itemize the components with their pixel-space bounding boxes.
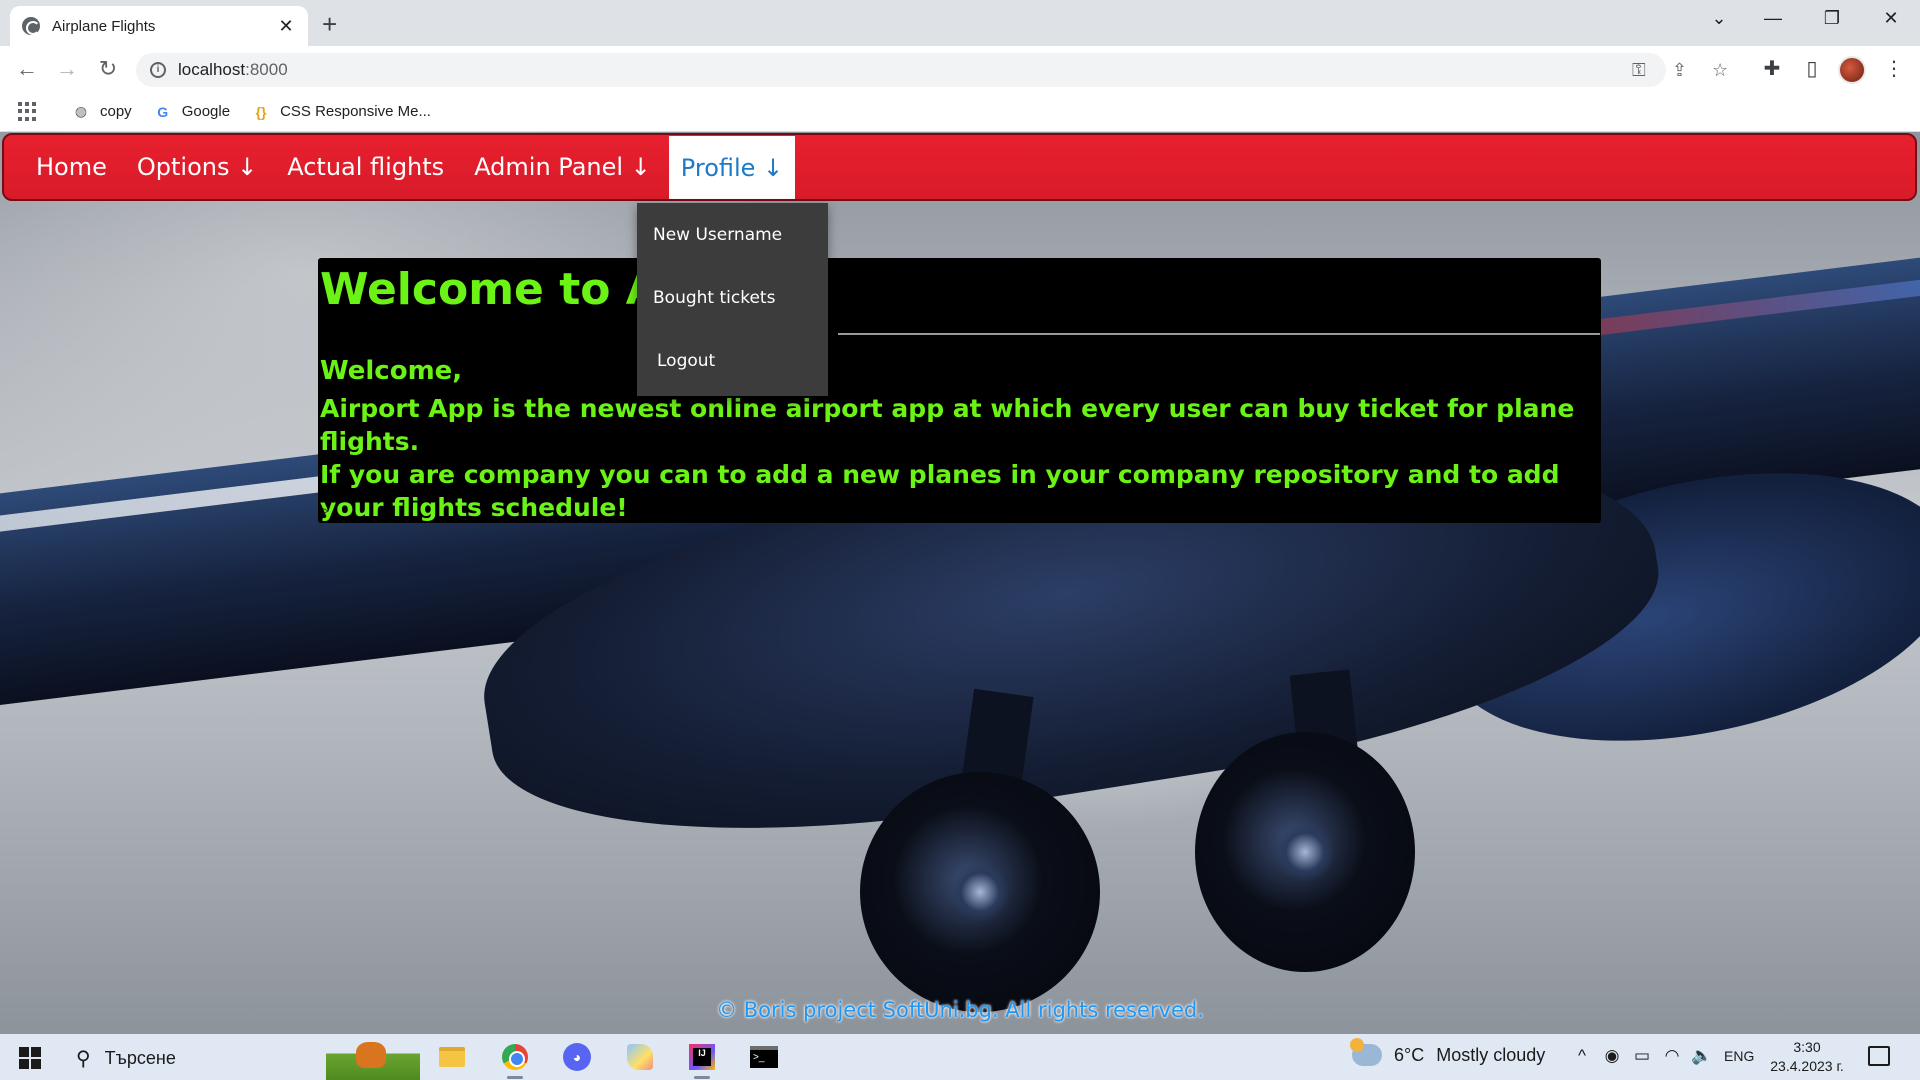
bookmarks-bar: ◍ copy G Google {} CSS Responsive Me... [0, 92, 1920, 132]
cloudy-weather-icon [1350, 1038, 1382, 1066]
share-icon[interactable]: ⇪ [1672, 60, 1687, 81]
weather-widget[interactable]: 6°C Mostly cloudy [1350, 1038, 1546, 1066]
address-bar[interactable]: i localhost:8000 [136, 53, 1666, 87]
welcome-line-2: If you are company you can to add a new … [320, 460, 1560, 522]
browser-tab-bar: Airplane Flights ✕ + ⌄ — ❐ ✕ [0, 0, 1920, 46]
discord-icon[interactable]: ◕ [559, 1040, 595, 1074]
chrome-icon[interactable] [497, 1040, 533, 1074]
minimize-button[interactable]: — [1758, 8, 1788, 29]
forward-button[interactable]: → [53, 56, 81, 82]
restore-button[interactable]: ❐ [1817, 8, 1847, 29]
terminal-icon[interactable]: >_ [746, 1040, 782, 1074]
paint-icon[interactable] [622, 1040, 658, 1074]
os-taskbar: ⚲ Търсене ◕ IJ >_ 6°C Mostly cloudy ^ ◉ … [0, 1034, 1920, 1080]
menu-item-logout[interactable]: Logout [637, 329, 828, 392]
clock-time: 3:30 [1793, 1039, 1821, 1055]
page-viewport: Home Options ↓ Actual flights Admin Pane… [0, 132, 1920, 1034]
profile-dropdown-menu: New Username Bought tickets Logout [637, 203, 828, 396]
active-app-indicator [694, 1076, 710, 1079]
bookmark-google[interactable]: G Google [154, 103, 230, 121]
bookmark-star-icon[interactable]: ☆ [1712, 60, 1728, 81]
file-explorer-icon[interactable] [434, 1040, 470, 1074]
close-tab-icon[interactable]: ✕ [276, 16, 296, 37]
clock-date: 23.4.2023 г. [1770, 1058, 1844, 1074]
volume-icon[interactable]: 🔈 [1691, 1046, 1713, 1066]
new-tab-button[interactable]: + [322, 9, 337, 39]
welcome-description: Airport App is the newest online airport… [320, 392, 1590, 524]
weather-temp: 6°C [1394, 1044, 1425, 1065]
browser-toolbar: ← → ↻ i localhost:8000 ⚿ ⇪ ☆ ✚ ▯ ⋮ [0, 46, 1920, 92]
windows-start-icon[interactable] [19, 1047, 41, 1069]
bookmark-label: copy [100, 103, 132, 120]
intellij-icon[interactable]: IJ [684, 1040, 720, 1074]
close-window-button[interactable]: ✕ [1876, 8, 1906, 29]
nav-actual-flights[interactable]: Actual flights [275, 135, 456, 199]
key-icon[interactable]: ⚿ [1632, 60, 1646, 81]
google-icon: G [157, 103, 169, 120]
site-navbar: Home Options ↓ Actual flights Admin Pane… [2, 133, 1917, 201]
welcome-line-1: Airport App is the newest online airport… [320, 394, 1575, 456]
nav-admin-panel[interactable]: Admin Panel ↓ [462, 135, 663, 199]
apps-grid-icon[interactable] [18, 101, 38, 122]
divider [838, 333, 1600, 335]
extensions-icon[interactable]: ✚ [1758, 56, 1786, 82]
nav-profile[interactable]: Profile ↓ [668, 136, 796, 199]
search-highlight-image[interactable] [326, 1036, 420, 1080]
url-host: localhost [178, 60, 246, 79]
nav-home[interactable]: Home [24, 135, 119, 199]
globe-icon: ◍ [74, 103, 88, 119]
bookmark-label: CSS Responsive Me... [280, 103, 431, 120]
chevron-up-icon[interactable]: ^ [1571, 1046, 1593, 1066]
welcome-panel: Welcome to Air Welcome, Airport App is t… [318, 258, 1601, 523]
welcome-greeting: Welcome, [320, 356, 463, 386]
page-footer: © Boris project SoftUni.bg. All rights r… [716, 998, 1204, 1022]
code-braces-icon: {} [255, 103, 267, 120]
globe-icon [22, 17, 40, 35]
browser-tab[interactable]: Airplane Flights ✕ [10, 6, 308, 46]
profile-avatar[interactable] [1838, 56, 1866, 84]
wifi-icon[interactable]: ◠ [1661, 1046, 1683, 1066]
bookmark-label: Google [181, 103, 231, 120]
back-button[interactable]: ← [13, 56, 41, 82]
menu-item-new-username[interactable]: New Username [637, 203, 828, 266]
weather-description: Mostly cloudy [1436, 1044, 1546, 1065]
bookmark-css-responsive[interactable]: {} CSS Responsive Me... [252, 103, 431, 121]
url-text: localhost:8000 [178, 60, 288, 80]
battery-icon[interactable]: ▭ [1631, 1046, 1653, 1066]
tab-title: Airplane Flights [52, 17, 156, 35]
side-panel-icon[interactable]: ▯ [1798, 56, 1826, 82]
taskbar-search[interactable]: ⚲ Търсене [70, 1041, 330, 1075]
tab-search-icon[interactable]: ⌄ [1704, 8, 1734, 29]
bookmark-copy[interactable]: ◍ copy [72, 103, 132, 121]
search-placeholder: Търсене [104, 1047, 176, 1068]
menu-kebab-icon[interactable]: ⋮ [1880, 56, 1908, 82]
active-app-indicator [507, 1076, 523, 1079]
reload-button[interactable]: ↻ [94, 56, 122, 82]
menu-item-bought-tickets[interactable]: Bought tickets [637, 266, 828, 329]
system-clock[interactable]: 3:30 23.4.2023 г. [1764, 1038, 1850, 1076]
notification-icon[interactable] [1868, 1046, 1890, 1066]
webcam-icon[interactable]: ◉ [1601, 1046, 1623, 1066]
welcome-caret: > [322, 504, 330, 518]
language-indicator[interactable]: ENG [1724, 1048, 1754, 1064]
url-port: :8000 [245, 60, 288, 79]
search-icon: ⚲ [76, 1047, 91, 1070]
nav-options[interactable]: Options ↓ [125, 135, 269, 199]
site-info-icon[interactable]: i [150, 62, 166, 78]
